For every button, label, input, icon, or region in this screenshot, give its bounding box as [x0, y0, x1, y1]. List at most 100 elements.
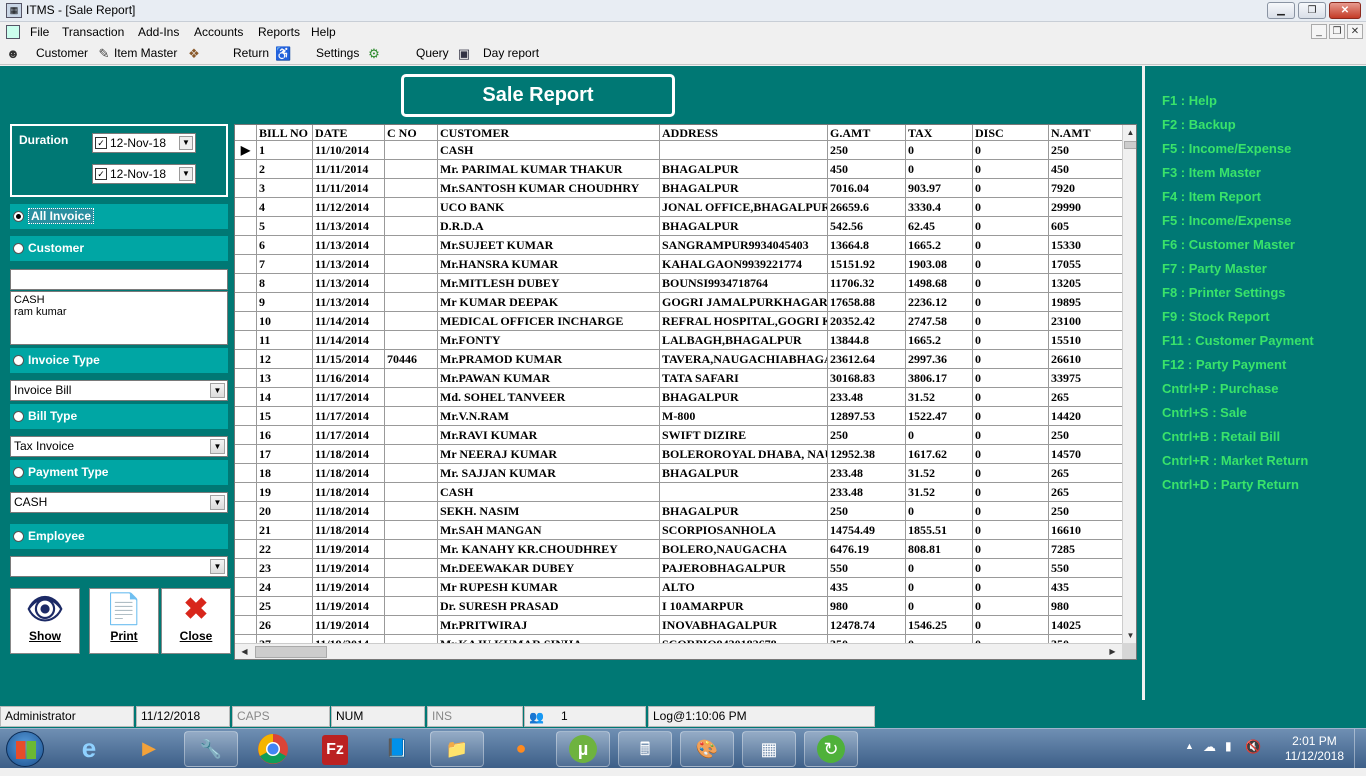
table-row[interactable]: 20 11/18/2014 SEKH. NASIM BHAGALPUR 250 0 0 250 — [235, 502, 1125, 521]
row-selector[interactable] — [235, 540, 257, 559]
cell-c-no[interactable] — [385, 141, 438, 160]
payment-type-select[interactable]: CASH ▼ — [10, 492, 228, 513]
scroll-right-icon[interactable]: ▶ — [1105, 644, 1120, 659]
cell-date[interactable]: 11/19/2014 — [313, 597, 385, 616]
cell-date[interactable]: 11/17/2014 — [313, 426, 385, 445]
clock[interactable]: 2:01 PM 11/12/2018 — [1285, 734, 1344, 764]
cell-address[interactable] — [660, 483, 828, 502]
cell-disc[interactable]: 0 — [973, 521, 1049, 540]
cell-n-amt[interactable]: 16610 — [1049, 521, 1125, 540]
cell-address[interactable]: PAJEROBHAGALPUR — [660, 559, 828, 578]
cell-address[interactable]: BOLEROROYAL DHABA, NAUGACHIA — [660, 445, 828, 464]
cell-date[interactable]: 11/15/2014 — [313, 350, 385, 369]
cell-disc[interactable]: 0 — [973, 236, 1049, 255]
cell-date[interactable]: 11/19/2014 — [313, 559, 385, 578]
cell-c-no[interactable]: 70446 — [385, 350, 438, 369]
table-row[interactable]: 6 11/13/2014 Mr.SUJEET KUMAR SANGRAMPUR9934… — [235, 236, 1125, 255]
menu-help[interactable]: Help — [311, 25, 336, 39]
employee-select[interactable]: ▼ — [10, 556, 228, 577]
cell-n-amt[interactable]: 450 — [1049, 160, 1125, 179]
scrollbar-thumb[interactable] — [255, 646, 327, 658]
customer-option[interactable]: Customer — [10, 236, 228, 261]
cell-n-amt[interactable]: 17055 — [1049, 255, 1125, 274]
cell-date[interactable]: 11/19/2014 — [313, 616, 385, 635]
cell-c-no[interactable] — [385, 274, 438, 293]
radio-icon[interactable] — [13, 531, 24, 542]
date-from-checkbox[interactable]: ✓ — [95, 137, 107, 149]
sale-report-grid[interactable]: BILL NO DATE C NO CUSTOMER ADDRESS G.AMT TAX DI… — [234, 124, 1137, 660]
start-button[interactable] — [6, 731, 44, 767]
toolbar-day-report[interactable]: Day report — [483, 46, 539, 60]
table-row[interactable]: 2 11/11/2014 Mr. PARIMAL KUMAR THAKUR BHAGA… — [235, 160, 1125, 179]
chevron-down-icon[interactable]: ▼ — [210, 495, 225, 510]
table-row[interactable]: 12 11/15/2014 70446 Mr.PRAMOD KUMAR TAVERA,N… — [235, 350, 1125, 369]
invoice-type-option[interactable]: Invoice Type — [10, 348, 228, 373]
cell-c-no[interactable] — [385, 198, 438, 217]
radio-icon[interactable] — [13, 411, 24, 422]
row-selector[interactable] — [235, 597, 257, 616]
cell-n-amt[interactable]: 265 — [1049, 464, 1125, 483]
customer-search-input[interactable] — [10, 269, 228, 290]
cell-bill-no[interactable]: 14 — [257, 388, 313, 407]
column-header-bill-no[interactable]: BILL NO — [257, 125, 313, 141]
cell-tax[interactable]: 0 — [906, 160, 973, 179]
cell-g-amt[interactable]: 250 — [828, 502, 906, 521]
cell-tax[interactable]: 903.97 — [906, 179, 973, 198]
row-selector[interactable] — [235, 464, 257, 483]
cell-c-no[interactable] — [385, 464, 438, 483]
cell-c-no[interactable] — [385, 331, 438, 350]
cell-tax[interactable]: 2997.36 — [906, 350, 973, 369]
radio-icon[interactable] — [13, 243, 24, 254]
chevron-down-icon[interactable]: ▼ — [210, 383, 225, 398]
cell-g-amt[interactable]: 12478.74 — [828, 616, 906, 635]
toolbar-settings[interactable]: Settings — [316, 46, 359, 60]
return-icon[interactable]: ♿ — [275, 46, 291, 62]
show-desktop-button[interactable] — [1354, 729, 1366, 769]
cell-n-amt[interactable]: 435 — [1049, 578, 1125, 597]
table-row[interactable]: 11 11/14/2014 Mr.FONTY LALBAGH,BHAGALPUR 138… — [235, 331, 1125, 350]
cell-tax[interactable]: 1665.2 — [906, 236, 973, 255]
cell-address[interactable]: M-800 — [660, 407, 828, 426]
column-header-address[interactable]: ADDRESS — [660, 125, 828, 141]
cell-disc[interactable]: 0 — [973, 255, 1049, 274]
cell-customer[interactable]: Mr.HANSRA KUMAR — [438, 255, 660, 274]
table-row[interactable]: 21 11/18/2014 Mr.SAH MANGAN SCORPIOSANHOLA 1… — [235, 521, 1125, 540]
cell-c-no[interactable] — [385, 597, 438, 616]
cell-c-no[interactable] — [385, 483, 438, 502]
cell-tax[interactable]: 1546.25 — [906, 616, 973, 635]
cell-customer[interactable]: Mr.V.N.RAM — [438, 407, 660, 426]
cell-g-amt[interactable]: 233.48 — [828, 483, 906, 502]
firefox-icon[interactable]: ● — [494, 731, 548, 767]
cell-tax[interactable]: 3330.4 — [906, 198, 973, 217]
cell-c-no[interactable] — [385, 502, 438, 521]
cell-g-amt[interactable]: 550 — [828, 559, 906, 578]
cell-bill-no[interactable]: 13 — [257, 369, 313, 388]
table-row[interactable]: 9 11/13/2014 Mr KUMAR DEEPAK GOGRI JAMALPUR… — [235, 293, 1125, 312]
employee-option[interactable]: Employee — [10, 524, 228, 549]
cell-c-no[interactable] — [385, 293, 438, 312]
cell-bill-no[interactable]: 8 — [257, 274, 313, 293]
cell-disc[interactable]: 0 — [973, 198, 1049, 217]
row-selector[interactable] — [235, 293, 257, 312]
row-selector[interactable] — [235, 616, 257, 635]
row-selector[interactable] — [235, 407, 257, 426]
cell-g-amt[interactable]: 11706.32 — [828, 274, 906, 293]
cell-disc[interactable]: 0 — [973, 217, 1049, 236]
table-row[interactable]: 24 11/19/2014 Mr RUPESH KUMAR ALTO 435 0 0 435 — [235, 578, 1125, 597]
notepad-icon[interactable]: 📘 — [370, 731, 424, 767]
cell-date[interactable]: 11/14/2014 — [313, 331, 385, 350]
row-selector[interactable] — [235, 559, 257, 578]
row-selector[interactable] — [235, 388, 257, 407]
system-menu-icon[interactable] — [6, 25, 20, 39]
cell-bill-no[interactable]: 3 — [257, 179, 313, 198]
query-icon[interactable]: ▣ — [456, 46, 472, 62]
table-row[interactable]: 13 11/16/2014 Mr.PAWAN KUMAR TATA SAFARI 301… — [235, 369, 1125, 388]
chevron-down-icon[interactable]: ▼ — [210, 559, 225, 574]
radio-icon[interactable] — [13, 211, 24, 222]
cell-n-amt[interactable]: 980 — [1049, 597, 1125, 616]
cell-disc[interactable]: 0 — [973, 388, 1049, 407]
menu-reports[interactable]: Reports — [258, 25, 300, 39]
cell-date[interactable]: 11/13/2014 — [313, 236, 385, 255]
volume-icon[interactable]: 🔇 — [1245, 739, 1261, 755]
cell-c-no[interactable] — [385, 407, 438, 426]
